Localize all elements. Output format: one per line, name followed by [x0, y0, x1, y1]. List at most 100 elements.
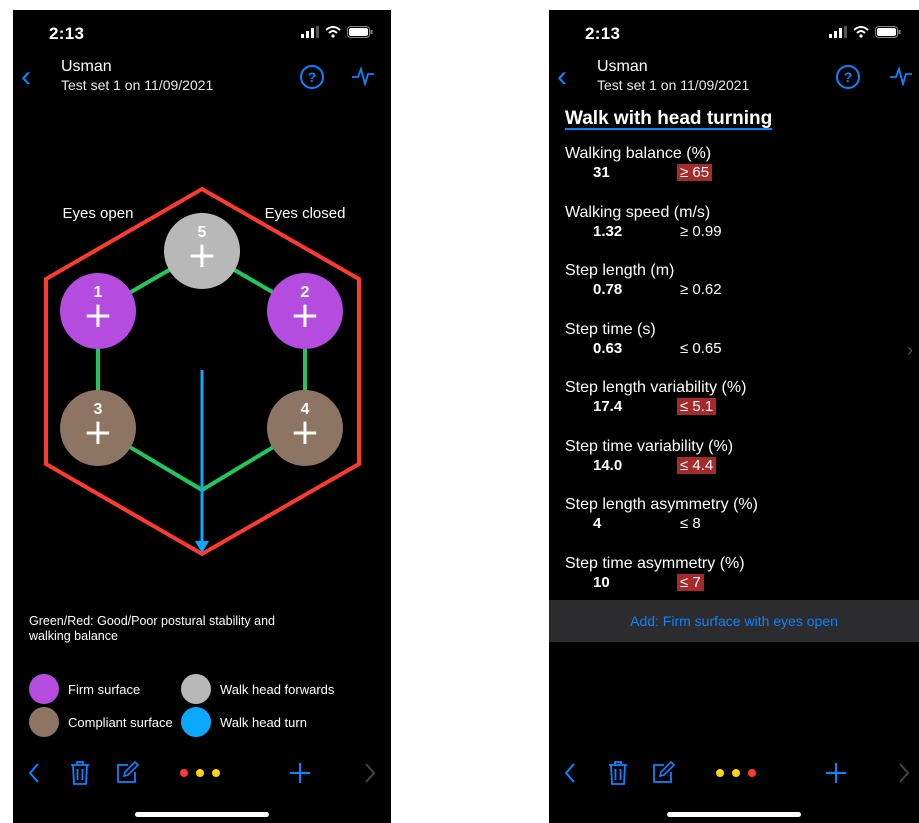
battery-icon: [875, 26, 901, 38]
legend-walk-forwards-label: Walk head forwards: [220, 681, 335, 697]
walk-forwards-swatch: [181, 674, 211, 704]
metric-label: Walking balance (%): [565, 145, 712, 162]
page-dots-indicator[interactable]: [179, 768, 227, 778]
metric-value: 14.0: [593, 456, 623, 474]
test-5-node[interactable]: 5+: [164, 213, 240, 289]
back-chevron-icon[interactable]: ‹: [557, 62, 567, 92]
status-bar: 2:13: [13, 10, 391, 56]
status-icons: [301, 26, 373, 38]
status-time: 2:13: [49, 24, 85, 43]
wifi-icon: [853, 26, 869, 38]
plus-icon: +: [290, 412, 320, 453]
chevron-right-icon[interactable]: ›: [907, 340, 913, 361]
metric-value: 31: [593, 164, 610, 181]
walk-turn-swatch: [181, 707, 211, 737]
metric-label: Step length variability (%): [565, 379, 747, 396]
metric-label: Step time (s): [565, 320, 656, 338]
pulse-icon[interactable]: [351, 66, 375, 86]
metric-label: Walking speed (m/s): [565, 203, 711, 221]
previous-chevron-icon[interactable]: [563, 762, 577, 784]
next-chevron-icon[interactable]: [897, 762, 911, 784]
battery-icon: [347, 26, 373, 38]
legend-walk-turn: Walk head turn: [181, 707, 307, 737]
metric-row: Step time variability (%) 14.0 ≤ 4.4: [565, 437, 895, 474]
help-icon[interactable]: ?: [300, 65, 324, 89]
metric-row: Step time (s) 0.63 ≤ 0.65: [565, 320, 895, 357]
metric-threshold: ≤ 8: [680, 515, 701, 532]
legend-firm: Firm surface: [29, 674, 140, 704]
legend-description: Green/Red: Good/Poor postural stability …: [29, 614, 275, 643]
metric-value: 1.32: [593, 222, 623, 240]
legend-compliant-label: Compliant surface: [68, 714, 173, 730]
metric-row: Step length asymmetry (%) 4 ≤ 8: [565, 496, 895, 532]
metric-threshold: ≤ 7: [677, 573, 704, 591]
legend-firm-label: Firm surface: [68, 681, 141, 697]
previous-chevron-icon[interactable]: [27, 762, 41, 784]
add-test-button[interactable]: Add: Firm surface with eyes open: [549, 600, 919, 642]
balance-hexagon-diagram: Eyes open Eyes closed 1+ 2+ 3+ 4+ 5+: [44, 186, 361, 557]
home-indicator: [135, 812, 269, 817]
results-screen: 2:13 ‹ Usman Test set 1 on 11/09/2021 ? …: [549, 10, 919, 823]
home-indicator: [667, 812, 801, 817]
section-title: Walk with head turning: [565, 108, 773, 129]
test-2-node[interactable]: 2+: [267, 273, 343, 349]
wifi-icon: [325, 26, 341, 38]
metric-label: Step length asymmetry (%): [565, 496, 758, 513]
plus-icon: +: [83, 412, 113, 453]
signal-icon: [301, 26, 319, 38]
patient-name: Usman: [597, 58, 648, 75]
metric-label: Step length (m): [565, 262, 675, 279]
metric-value: 4: [593, 515, 602, 532]
status-icons: [829, 26, 901, 38]
bottom-toolbar: [549, 750, 919, 800]
metric-threshold: ≤ 4.4: [677, 456, 717, 474]
metric-row: Step length variability (%) 17.4 ≤ 5.1: [565, 379, 895, 415]
plus-icon: +: [290, 295, 320, 336]
metric-row: Walking balance (%) 31 ≥ 65: [565, 145, 895, 181]
add-icon[interactable]: [825, 762, 847, 784]
patient-name: Usman: [61, 58, 112, 75]
help-icon[interactable]: ?: [836, 65, 860, 89]
trash-icon[interactable]: [607, 760, 629, 786]
test-3-node[interactable]: 3+: [60, 390, 136, 466]
diagram-screen: 2:13 ‹ Usman Test set 1 on 11/09/2021 ? …: [13, 10, 391, 823]
metric-value: 17.4: [593, 398, 623, 415]
plus-icon: +: [187, 235, 217, 276]
test-4-node[interactable]: 4+: [267, 390, 343, 466]
metric-label: Step time variability (%): [565, 437, 734, 455]
status-bar: 2:13: [549, 10, 919, 56]
metric-threshold: ≤ 0.65: [680, 339, 722, 357]
eyes-open-label: Eyes open: [63, 205, 134, 222]
nav-bar: ‹ Usman Test set 1 on 11/09/2021 ?: [549, 56, 919, 104]
legend-walk-forwards: Walk head forwards: [181, 674, 334, 704]
test-set-subtitle: Test set 1 on 11/09/2021: [61, 77, 214, 93]
status-time: 2:13: [585, 24, 621, 43]
metric-value: 0.63: [593, 339, 623, 357]
edit-icon[interactable]: [651, 761, 675, 785]
plus-icon: +: [83, 295, 113, 336]
metric-value: 0.78: [593, 281, 623, 298]
compliant-surface-swatch: [29, 707, 59, 737]
legend-walk-turn-label: Walk head turn: [220, 714, 307, 730]
eyes-closed-label: Eyes closed: [265, 205, 346, 222]
edit-icon[interactable]: [115, 761, 139, 785]
page-dots-indicator[interactable]: [715, 768, 763, 778]
trash-icon[interactable]: [69, 760, 91, 786]
test-1-node[interactable]: 1+: [60, 273, 136, 349]
firm-surface-swatch: [29, 674, 59, 704]
next-chevron-icon[interactable]: [363, 762, 377, 784]
metric-row: Walking speed (m/s) 1.32 ≥ 0.99: [565, 203, 895, 240]
metric-threshold: ≥ 65: [677, 164, 713, 181]
pulse-icon[interactable]: [889, 66, 913, 86]
back-chevron-icon[interactable]: ‹: [21, 62, 31, 92]
metric-threshold: ≥ 0.99: [680, 222, 722, 240]
metric-row: Step time asymmetry (%) 10 ≤ 7: [565, 554, 895, 591]
metric-label: Step time asymmetry (%): [565, 554, 745, 572]
legend-compliant: Compliant surface: [29, 707, 173, 737]
nav-bar: ‹ Usman Test set 1 on 11/09/2021 ?: [13, 56, 391, 104]
test-set-subtitle: Test set 1 on 11/09/2021: [597, 77, 750, 93]
add-icon[interactable]: [289, 762, 311, 784]
metric-row: Step length (m) 0.78 ≥ 0.62: [565, 262, 895, 298]
metric-threshold: ≥ 0.62: [680, 281, 722, 298]
bottom-toolbar: [13, 750, 391, 800]
